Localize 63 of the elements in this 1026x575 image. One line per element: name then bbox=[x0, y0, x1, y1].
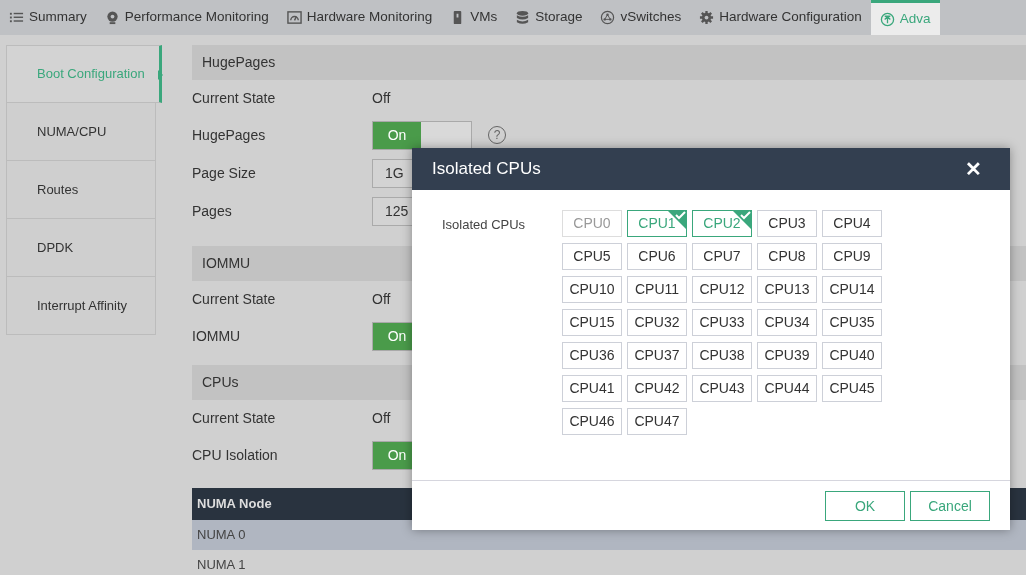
tab[interactable]: Summary bbox=[0, 0, 96, 35]
cpu-option[interactable]: CPU46 bbox=[562, 408, 622, 435]
cpu-option[interactable]: CPU3 bbox=[757, 210, 817, 237]
cpu-option[interactable]: CPU47 bbox=[627, 408, 687, 435]
field-label: CPU Isolation bbox=[192, 445, 279, 465]
tab[interactable]: VMs bbox=[441, 0, 507, 35]
tab[interactable]: Hardware Monitoring bbox=[277, 0, 442, 35]
cpu-option[interactable]: CPU42 bbox=[627, 375, 687, 402]
cpu-option[interactable]: CPU44 bbox=[757, 375, 817, 402]
field-label: Current State bbox=[192, 289, 277, 309]
sidebar-item[interactable]: DPDK bbox=[6, 219, 156, 277]
tab[interactable]: Hardware Configuration bbox=[690, 0, 871, 35]
cpu-option[interactable]: CPU6 bbox=[627, 243, 687, 270]
cpu-option[interactable]: CPU41 bbox=[562, 375, 622, 402]
cpu-option[interactable]: CPU40 bbox=[822, 342, 882, 369]
database-icon bbox=[515, 10, 531, 25]
tab[interactable]: vSwitches bbox=[591, 0, 691, 35]
cpu-option[interactable]: CPU33 bbox=[692, 309, 752, 336]
cpu-option[interactable]: CPU11 bbox=[627, 276, 687, 303]
list-icon bbox=[9, 10, 24, 25]
field-value: Off bbox=[372, 88, 391, 108]
upload-icon bbox=[879, 11, 895, 27]
cpu-option[interactable]: CPU35 bbox=[822, 309, 882, 336]
cpu-option[interactable]: CPU13 bbox=[757, 276, 817, 303]
cpu-option[interactable]: CPU45 bbox=[822, 375, 882, 402]
gear-icon bbox=[699, 10, 715, 25]
cpu-option[interactable]: CPU12 bbox=[692, 276, 752, 303]
dialog-title: Isolated CPUs bbox=[432, 158, 541, 181]
sidebar-item[interactable]: NUMA/CPU bbox=[6, 103, 156, 161]
webcam-icon bbox=[104, 10, 120, 25]
cpu-option[interactable]: CPU7 bbox=[692, 243, 752, 270]
cpu-option[interactable]: CPU14 bbox=[822, 276, 882, 303]
field-value: Off bbox=[372, 289, 391, 309]
cpu-option[interactable]: CPU5 bbox=[562, 243, 622, 270]
cpu-option[interactable]: CPU9 bbox=[822, 243, 882, 270]
network-icon bbox=[600, 10, 616, 25]
field-label: Pages bbox=[192, 201, 233, 221]
cpu-option[interactable]: CPU39 bbox=[757, 342, 817, 369]
cpu-option[interactable]: CPU32 bbox=[627, 309, 687, 336]
cpu-option[interactable]: CPU10 bbox=[562, 276, 622, 303]
field-label: Page Size bbox=[192, 163, 257, 183]
sidebar-item[interactable]: Routes bbox=[6, 161, 156, 219]
field-label: HugePages bbox=[192, 125, 267, 145]
field-label: IOMMU bbox=[192, 326, 242, 346]
cpu-option[interactable]: CPU38 bbox=[692, 342, 752, 369]
cpu-option[interactable]: CPU15 bbox=[562, 309, 622, 336]
table-row[interactable]: NUMA 1 bbox=[192, 550, 1026, 575]
field-label: Current State bbox=[192, 408, 277, 428]
close-button[interactable]: ✕ bbox=[957, 159, 990, 179]
monitor-icon bbox=[286, 10, 302, 25]
cpu-option[interactable]: CPU8 bbox=[757, 243, 817, 270]
section-header: HugePages bbox=[192, 45, 1026, 80]
tab[interactable]: Performance Monitoring bbox=[95, 0, 278, 35]
field-value: Off bbox=[372, 408, 391, 428]
cpu-option[interactable]: CPU34 bbox=[757, 309, 817, 336]
cpu-option[interactable]: CPU36 bbox=[562, 342, 622, 369]
field-label: Current State bbox=[192, 88, 277, 108]
field-label: Isolated CPUs bbox=[442, 216, 527, 234]
cpu-option[interactable]: CPU4 bbox=[822, 210, 882, 237]
cpu-option[interactable]: CPU43 bbox=[692, 375, 752, 402]
tab[interactable]: Storage bbox=[506, 0, 592, 35]
sidebar-item[interactable]: Interrupt Affinity bbox=[6, 277, 156, 335]
cpu-option[interactable]: CPU37 bbox=[627, 342, 687, 369]
